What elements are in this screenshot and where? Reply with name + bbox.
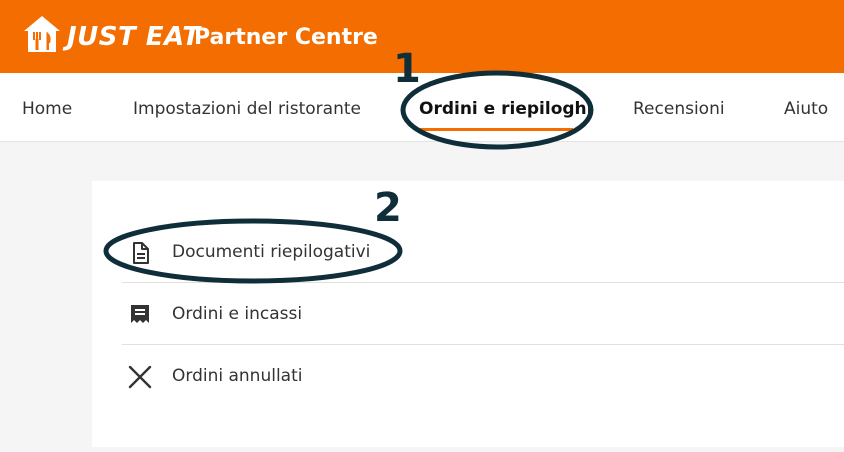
close-icon: [128, 365, 152, 389]
menu-item-label: Documenti riepilogativi: [172, 242, 371, 262]
submenu-panel: Documenti riepilogativi Ordini e incassi…: [92, 181, 844, 447]
menu-item-label: Ordini annullati: [172, 366, 303, 386]
annotation-number-1: 1: [393, 46, 421, 92]
brand-name: JUST EAT: [67, 22, 201, 52]
nav-tab-help[interactable]: Aiuto: [784, 98, 828, 120]
menu-item-cancelled-orders[interactable]: Ordini annullati: [122, 345, 844, 407]
annotation-number-2: 2: [374, 185, 402, 231]
menu-item-label: Ordini e incassi: [172, 304, 303, 324]
document-icon: [133, 242, 149, 264]
active-tab-indicator: [420, 128, 573, 131]
menu-item-summary-documents[interactable]: Documenti riepilogativi: [122, 221, 844, 283]
nav-tab-reviews[interactable]: Recensioni: [633, 98, 725, 120]
nav-tab-home[interactable]: Home: [22, 98, 72, 120]
just-eat-logo-icon[interactable]: [22, 14, 62, 54]
top-header: JUST EAT Partner Centre: [0, 0, 844, 73]
nav-tab-restaurant-settings[interactable]: Impostazioni del ristorante: [133, 98, 361, 120]
nav-tab-orders-summaries[interactable]: Ordini e riepiloghi: [419, 98, 592, 120]
menu-item-orders-receipts[interactable]: Ordini e incassi: [122, 283, 844, 345]
main-nav: Home Impostazioni del ristorante Ordini …: [0, 73, 844, 142]
receipt-icon: [131, 305, 149, 323]
product-name: Partner Centre: [194, 25, 378, 50]
